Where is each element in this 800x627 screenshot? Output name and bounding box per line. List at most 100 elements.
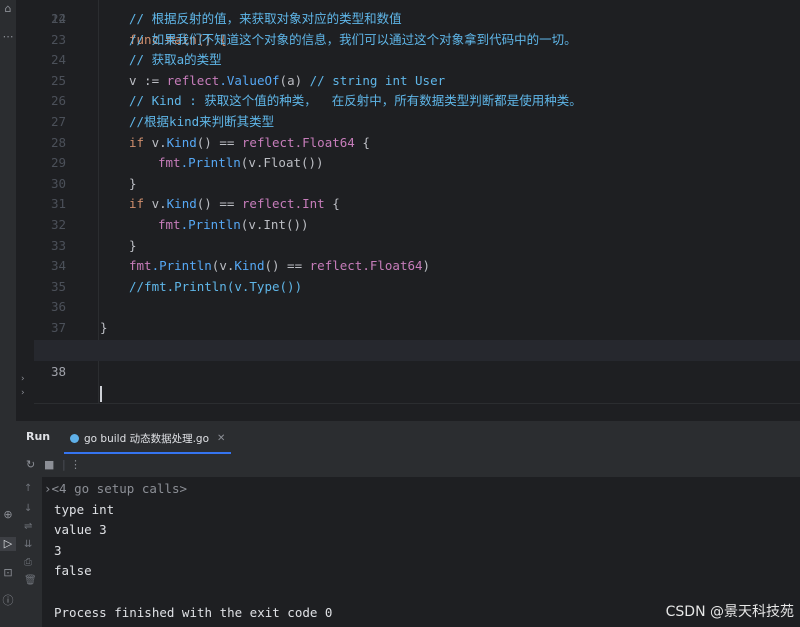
code-line[interactable]: 14 func main() {: [34, 0, 800, 47]
code-text: if v.Kind() == reflect.Float64 {: [129, 132, 370, 153]
code-token: ): [422, 258, 431, 274]
code-line[interactable]: 22 // 根据反射的值，来获取对象对应的类型和数值: [34, 8, 800, 29]
line-number: 25: [50, 72, 66, 88]
code-token: reflect: [241, 134, 295, 150]
code-token: fmt: [158, 155, 181, 171]
code-text: if v.Kind() == reflect.Int {: [129, 193, 340, 214]
expand-chevron-icon[interactable]: ›: [44, 481, 52, 496]
line-number: 28: [50, 134, 66, 150]
scroll-to-end-icon[interactable]: ⇊: [24, 539, 32, 550]
code-line[interactable]: 32 fmt.Println(v.Int()): [34, 214, 800, 235]
code-token: {: [354, 134, 370, 150]
run-toolwindow-header: Run go build 动态数据处理.go ✕: [16, 420, 800, 456]
code-line[interactable]: 27 //根据kind来判断其类型: [34, 111, 800, 132]
rerun-icon[interactable]: ↻: [26, 458, 35, 471]
console-line: 3: [54, 543, 62, 558]
close-icon[interactable]: ✕: [217, 433, 225, 444]
code-token: .ValueOf: [219, 72, 280, 88]
code-line[interactable]: 24 // 获取a的类型: [34, 49, 800, 70]
stop-icon[interactable]: ■: [44, 458, 54, 471]
code-line[interactable]: 30}: [34, 173, 800, 194]
soft-wrap-icon[interactable]: ⇌: [24, 521, 32, 532]
keyword: if: [129, 196, 152, 212]
caret: [100, 382, 102, 403]
trash-icon[interactable]: 🗑: [24, 575, 37, 586]
line-number: 23: [50, 31, 66, 47]
code-line[interactable]: 33}: [34, 235, 800, 256]
keyword: if: [129, 134, 152, 150]
code-line-current[interactable]: 38: [34, 340, 800, 402]
scroll-down-icon[interactable]: ↓: [24, 503, 32, 514]
collapse-chevron-icon[interactable]: ›: [20, 388, 25, 398]
code-token: () ==: [196, 134, 242, 150]
code-token: (v.: [211, 258, 235, 274]
run-actions-bar: ↻ ■ | ⋮: [16, 455, 800, 478]
console-line: Process finished with the exit code 0: [54, 605, 333, 620]
comment-text: // Kind : 获取这个值的种类， 在反射中，所有数据类型判断都是使用种类。: [129, 93, 582, 109]
code-token: .Println: [180, 217, 241, 232]
collapse-chevron-icon[interactable]: ›: [20, 374, 25, 384]
code-editor[interactable]: 14 func main() { 22 // 根据反射的值，来获取对象对应的类型和…: [34, 0, 800, 403]
code-text: // Kind : 获取这个值的种类， 在反射中，所有数据类型判断都是使用种类。: [129, 90, 582, 111]
console-side-toolbar: ↑ ↓ ⇌ ⇊ ⎙ 🗑: [16, 477, 42, 627]
code-token: (a): [279, 72, 310, 88]
print-icon[interactable]: ⎙: [24, 557, 32, 568]
code-token: fmt: [129, 258, 152, 274]
console-line: type int: [54, 502, 115, 517]
code-line[interactable]: 28 if v.Kind() == reflect.Float64 {: [34, 132, 800, 153]
code-text: fmt.Println(v.Kind() == reflect.Float64): [129, 255, 430, 276]
scroll-up-icon[interactable]: ↑: [24, 483, 32, 494]
line-number: 36: [50, 299, 66, 315]
line-number: 22: [50, 11, 66, 26]
code-line[interactable]: 25 v := reflect.ValueOf(a) // string int …: [34, 70, 800, 91]
code-token: Kind: [166, 196, 197, 212]
code-line[interactable]: 26 // Kind : 获取这个值的种类， 在反射中，所有数据类型判断都是使用种…: [34, 90, 800, 111]
terminal-icon[interactable]: ⊡: [0, 566, 16, 580]
code-text: }: [129, 235, 137, 256]
line-number: 30: [50, 175, 66, 191]
code-text: // 根据反射的值，来获取对象对应的类型和数值: [129, 8, 402, 29]
code-line[interactable]: 34 fmt.Println(v.Kind() == reflect.Float6…: [34, 255, 800, 276]
code-line[interactable]: 35 //fmt.Println(v.Type()): [34, 276, 800, 297]
watermark: CSDN @景天科技苑: [665, 604, 794, 620]
comment-text: //根据kind来判断其类型: [129, 114, 275, 129]
code-text: // 获取a的类型: [129, 49, 222, 70]
code-line[interactable]: 31 if v.Kind() == reflect.Int {: [34, 193, 800, 214]
code-line[interactable]: 36: [34, 296, 800, 317]
code-token: }: [129, 175, 137, 191]
code-token: .Println: [151, 258, 212, 274]
code-token: () ==: [196, 196, 242, 212]
project-icon[interactable]: ⌂: [0, 2, 16, 16]
activity-bar: ⌂ ⋯ ⊕ ▷ ⊡ ⓘ: [0, 0, 17, 627]
code-token: reflect: [241, 196, 295, 212]
problems-icon[interactable]: ⓘ: [0, 594, 16, 608]
run-tool-icon[interactable]: ▷: [0, 537, 16, 551]
code-text: fmt.Println(v.Float()): [158, 152, 324, 173]
code-text: }: [100, 317, 108, 338]
code-token: {: [324, 196, 340, 212]
code-token: .Float64: [362, 258, 423, 274]
toolbar-divider: |: [62, 458, 66, 471]
line-number: 35: [50, 278, 66, 294]
code-line[interactable]: 29 fmt.Println(v.Float()): [34, 152, 800, 173]
line-number: 34: [50, 258, 66, 274]
more-options-icon[interactable]: ⋮: [70, 458, 81, 471]
code-token: (v.Float()): [240, 155, 324, 171]
line-number: 38: [50, 364, 66, 379]
code-token: Kind: [166, 134, 197, 150]
line-number: 32: [50, 217, 66, 232]
console-line: false: [54, 563, 92, 578]
editor-fold-strip: › ›: [16, 0, 34, 420]
code-token: reflect: [166, 72, 220, 88]
code-line[interactable]: 23 // 如果我们不知道这个对象的信息，我们可以通过这个对象拿到代码中的一切。: [34, 29, 800, 50]
code-line[interactable]: 37}: [34, 317, 800, 338]
line-number: 29: [50, 155, 66, 171]
services-icon[interactable]: ⊕: [0, 508, 16, 522]
comment-text: // 获取a的类型: [129, 52, 222, 68]
run-config-tab[interactable]: go build 动态数据处理.go ✕: [64, 425, 232, 454]
comment-text: //fmt.Println(v.Type()): [129, 278, 303, 294]
run-title: Run: [26, 430, 51, 443]
more-icon[interactable]: ⋯: [0, 30, 16, 44]
line-number: 26: [50, 93, 66, 109]
code-token: .Println: [180, 155, 241, 171]
